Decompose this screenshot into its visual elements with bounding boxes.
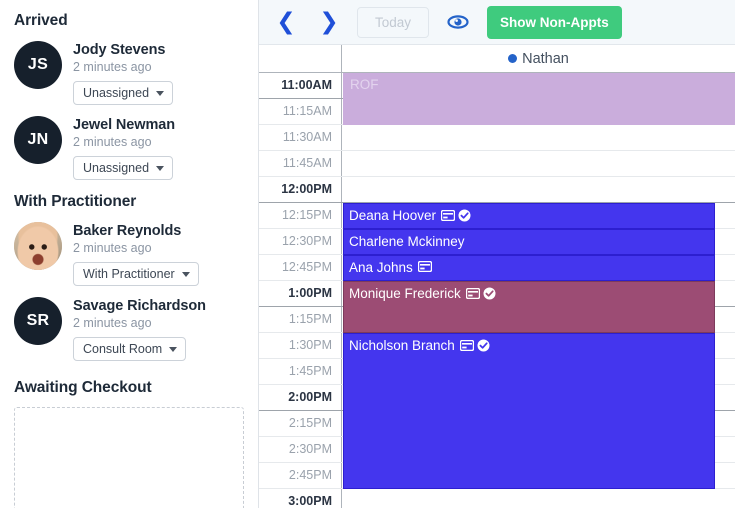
patient-card[interactable]: Baker Reynolds 2 minutes ago With Practiti… <box>14 222 244 286</box>
time-label: 1:45PM <box>259 359 342 384</box>
patient-card[interactable]: JS Jody Stevens 2 minutes ago Unassigned <box>14 41 244 105</box>
credit-card-icon <box>441 210 456 221</box>
chevron-down-icon <box>156 90 165 96</box>
time-gutter-header <box>259 45 342 72</box>
appointment-block[interactable]: Ana Johns <box>343 255 715 281</box>
avatar: JN <box>14 116 62 164</box>
avatar: SR <box>14 297 62 345</box>
chevron-down-icon <box>181 271 190 277</box>
patient-status-label: Consult Room <box>83 342 163 356</box>
resource-name: Nathan <box>522 50 569 67</box>
time-label: 1:30PM <box>259 333 342 358</box>
avatar: JS <box>14 41 62 89</box>
patient-info: Jewel Newman 2 minutes ago Unassigned <box>62 116 175 180</box>
patient-status-label: Unassigned <box>83 86 150 100</box>
patient-card[interactable]: SR Savage Richardson 2 minutes ago Consult … <box>14 297 244 361</box>
patient-name: Baker Reynolds <box>73 223 182 239</box>
appointment-icons <box>441 209 471 222</box>
time-label: 11:45AM <box>259 151 342 176</box>
time-slot-grid: 11:00AM 11:15AM 11:30AM 11:45AM 12:00PM 12:15… <box>259 73 735 508</box>
patient-arrival-time: 2 minutes ago <box>73 316 152 330</box>
time-label: 12:15PM <box>259 203 342 228</box>
avatar-photo <box>14 222 62 270</box>
patient-name: Jewel Newman <box>73 117 175 133</box>
patient-flow-sidebar: Arrived JS Jody Stevens 2 minutes ago Unassi… <box>0 0 259 508</box>
patient-status-label: With Practitioner <box>83 267 175 281</box>
patient-status-dropdown[interactable]: With Practitioner <box>73 262 199 286</box>
calendar-column-header: Nathan <box>259 45 735 73</box>
time-label: 11:00AM <box>259 73 342 98</box>
resource-status-dot <box>508 54 518 63</box>
appointment-icons <box>465 287 496 300</box>
sidebar-section-title: With Practitioner <box>14 193 137 210</box>
patient-info: Savage Richardson 2 minutes ago Consult Ro… <box>62 297 206 361</box>
time-label: 12:30PM <box>259 229 342 254</box>
today-button[interactable]: Today <box>357 6 430 38</box>
time-label: 12:00PM <box>259 177 342 202</box>
calendar-main-panel: ❮ ❯ Today Show Non-Appts Nathan 11:00AM … <box>259 0 735 508</box>
time-label: 2:30PM <box>259 437 342 462</box>
appointment-label: Ana Johns <box>349 260 413 275</box>
patient-name: Jody Stevens <box>73 42 166 58</box>
patient-status-dropdown[interactable]: Consult Room <box>73 337 187 361</box>
credit-card-icon <box>465 288 480 299</box>
next-day-button[interactable]: ❯ <box>314 7 344 37</box>
appointment-label: Nicholson Branch <box>349 338 455 353</box>
credit-card-icon <box>417 261 432 272</box>
chevron-down-icon <box>156 165 165 171</box>
patient-arrival-time: 2 minutes ago <box>73 135 152 149</box>
calendar-toolbar: ❮ ❯ Today Show Non-Appts <box>259 0 735 45</box>
check-circle-icon <box>483 287 496 300</box>
sidebar-section-title: Arrived <box>14 12 68 29</box>
check-circle-icon <box>477 339 490 352</box>
time-label: 2:45PM <box>259 463 342 488</box>
appointment-block[interactable]: Monique Frederick <box>343 281 715 333</box>
patient-info: Jody Stevens 2 minutes ago Unassigned <box>62 41 174 105</box>
eye-icon[interactable] <box>445 9 471 35</box>
patient-arrival-time: 2 minutes ago <box>73 60 152 74</box>
show-non-appts-button[interactable]: Show Non-Appts <box>487 5 622 39</box>
appointment-layer: ROF Deana Hoover Charlene Mckinney Ana John… <box>343 73 735 508</box>
appointment-icons <box>417 261 432 272</box>
awaiting-checkout-dropzone[interactable] <box>14 407 244 508</box>
patient-card[interactable]: JN Jewel Newman 2 minutes ago Unassigned <box>14 116 244 180</box>
appointment-block[interactable]: Nicholson Branch <box>343 333 715 489</box>
chevron-down-icon <box>169 346 178 352</box>
appointment-label: Monique Frederick <box>349 286 461 301</box>
patient-name: Savage Richardson <box>73 298 206 314</box>
appointment-label: Charlene Mckinney <box>349 234 465 249</box>
time-label: 1:15PM <box>259 307 342 332</box>
appointment-icons <box>459 339 490 352</box>
calendar-grid: Nathan 11:00AM 11:15AM 11:30AM 11:45AM 12:00… <box>259 45 735 508</box>
patient-status-dropdown[interactable]: Unassigned <box>73 81 174 105</box>
appointment-block[interactable]: Charlene Mckinney <box>343 229 715 255</box>
patient-info: Baker Reynolds 2 minutes ago With Practiti… <box>62 222 199 286</box>
sidebar-section-title: Awaiting Checkout <box>14 379 152 396</box>
avatar <box>14 222 62 270</box>
check-circle-icon <box>458 209 471 222</box>
appointment-block[interactable]: Deana Hoover <box>343 203 715 229</box>
time-label: 3:00PM <box>259 489 342 508</box>
previous-day-button[interactable]: ❮ <box>271 7 301 37</box>
time-label: 12:45PM <box>259 255 342 280</box>
appointment-label: ROF <box>350 77 379 92</box>
patient-status-dropdown[interactable]: Unassigned <box>73 156 174 180</box>
time-label: 11:30AM <box>259 125 342 150</box>
time-label: 11:15AM <box>259 99 342 124</box>
patient-status-label: Unassigned <box>83 161 150 175</box>
appointment-block[interactable]: ROF <box>343 73 735 125</box>
time-label: 2:00PM <box>259 385 342 410</box>
appointment-scheduler-app: Arrived JS Jody Stevens 2 minutes ago Unassi… <box>0 0 735 508</box>
appointment-label: Deana Hoover <box>349 208 437 223</box>
patient-arrival-time: 2 minutes ago <box>73 241 152 255</box>
time-label: 2:15PM <box>259 411 342 436</box>
time-label: 1:00PM <box>259 281 342 306</box>
resource-column-header[interactable]: Nathan <box>342 45 735 72</box>
credit-card-icon <box>459 340 474 351</box>
